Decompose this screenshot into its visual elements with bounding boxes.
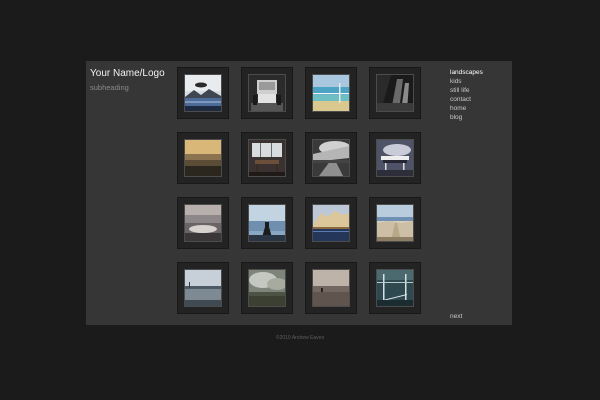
thumbnail-pool-lines[interactable] <box>369 262 421 314</box>
photo <box>376 269 414 307</box>
dark-building-image <box>377 75 413 111</box>
photo <box>376 74 414 112</box>
thumbnail-train-interior[interactable] <box>241 67 293 119</box>
brand: Your Name/Logo subheading <box>90 68 176 93</box>
thumbnail-stormy-road[interactable] <box>305 132 357 184</box>
category-nav: landscapes kids still life contact home … <box>450 68 483 122</box>
nav-item-home[interactable]: home <box>450 104 483 113</box>
nav-item-still-life[interactable]: still life <box>450 86 483 95</box>
photo <box>184 204 222 242</box>
mountain-lake-image <box>185 75 221 111</box>
pool-lines-image <box>377 270 413 306</box>
photo <box>184 139 222 177</box>
dusk-shore-image <box>185 205 221 241</box>
thumbnail-jetty-silhouette[interactable] <box>241 197 293 249</box>
thumbnail-grid <box>177 67 421 314</box>
nav-item-landscapes[interactable]: landscapes <box>450 68 483 77</box>
figure-beach-image <box>313 270 349 306</box>
photo <box>312 204 350 242</box>
beach-railing-image <box>313 75 349 111</box>
dune-path-image <box>377 205 413 241</box>
stormy-road-image <box>313 140 349 176</box>
thumbnail-dark-building[interactable] <box>369 67 421 119</box>
photo <box>312 139 350 177</box>
thumbnail-dune-path[interactable] <box>369 197 421 249</box>
thumbnail-foggy-field[interactable] <box>177 132 229 184</box>
foggy-field-image <box>185 140 221 176</box>
nav-item-contact[interactable]: contact <box>450 95 483 104</box>
room-chairs-image <box>249 140 285 176</box>
page: Your Name/Logo subheading landscapes kid… <box>0 0 600 400</box>
photo <box>248 139 286 177</box>
photo <box>248 204 286 242</box>
photo <box>376 204 414 242</box>
photo <box>184 269 222 307</box>
nav-item-kids[interactable]: kids <box>450 77 483 86</box>
thumbnail-beach-railing[interactable] <box>305 67 357 119</box>
thumbnail-dusk-shore[interactable] <box>177 197 229 249</box>
photo <box>312 74 350 112</box>
cliff-water-image <box>313 205 349 241</box>
thumbnail-harbour[interactable] <box>177 262 229 314</box>
cloudy-field-image <box>249 270 285 306</box>
photo <box>376 139 414 177</box>
photo <box>184 74 222 112</box>
site-subheading: subheading <box>90 83 129 92</box>
nav-item-blog[interactable]: blog <box>450 113 483 122</box>
thumbnail-mountain-lake[interactable] <box>177 67 229 119</box>
next-link[interactable]: next <box>450 313 462 320</box>
photo <box>248 269 286 307</box>
photo <box>248 74 286 112</box>
thumbnail-cliff-water[interactable] <box>305 197 357 249</box>
jetty-silhouette-image <box>249 205 285 241</box>
train-interior-image <box>249 75 285 111</box>
sky-structure-image <box>377 140 413 176</box>
content-panel: Your Name/Logo subheading landscapes kid… <box>86 61 512 325</box>
thumbnail-figure-beach[interactable] <box>305 262 357 314</box>
thumbnail-room-chairs[interactable] <box>241 132 293 184</box>
photo <box>312 269 350 307</box>
thumbnail-sky-structure[interactable] <box>369 132 421 184</box>
site-logo[interactable]: Your Name/Logo <box>90 68 176 80</box>
thumbnail-cloudy-field[interactable] <box>241 262 293 314</box>
harbour-image <box>185 270 221 306</box>
footer-copyright: ©2010 Andrew Eaves <box>275 335 325 341</box>
